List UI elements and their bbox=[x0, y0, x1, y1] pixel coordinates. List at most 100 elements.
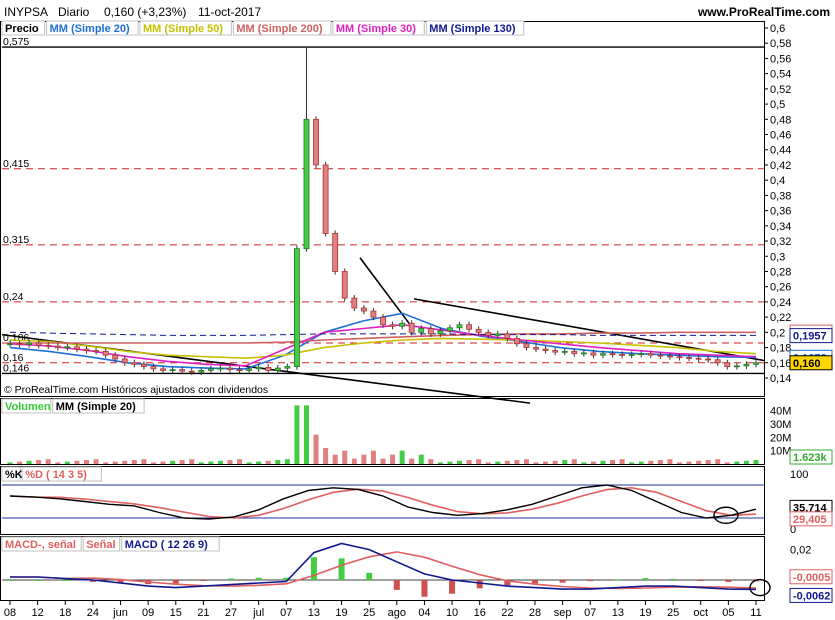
axis-label: 0,22 bbox=[770, 312, 791, 324]
x-axis-label: 19 bbox=[639, 607, 651, 619]
volume-bar bbox=[103, 462, 109, 464]
volume-bar bbox=[342, 450, 348, 464]
axis-label: 0,32 bbox=[770, 236, 791, 248]
candle-body bbox=[485, 331, 492, 336]
x-axis-label: 05 bbox=[722, 607, 734, 619]
volume-bar bbox=[351, 458, 357, 464]
volume-bar bbox=[485, 462, 491, 464]
axis-label: 0,54 bbox=[770, 69, 791, 81]
axis-label: 0,3 bbox=[770, 251, 785, 263]
candle-body bbox=[322, 164, 329, 234]
volume-bar bbox=[275, 460, 281, 464]
volume-bar bbox=[17, 461, 23, 464]
candle-body bbox=[131, 362, 138, 365]
candle-body bbox=[16, 343, 23, 346]
volume-bar bbox=[112, 461, 118, 464]
macd-histogram-bar bbox=[476, 580, 483, 589]
legend-item: Precio bbox=[5, 23, 39, 35]
x-axis-label: 09 bbox=[142, 607, 154, 619]
volume-bar bbox=[581, 462, 587, 464]
volume-bar bbox=[600, 460, 606, 464]
candle-body bbox=[179, 369, 186, 372]
macd-histogram-bar bbox=[421, 580, 428, 597]
legend-item: MM (Simple 20) bbox=[50, 23, 130, 35]
x-axis-label: 16 bbox=[474, 607, 486, 619]
candle-body bbox=[332, 233, 339, 272]
x-axis-label: ago bbox=[388, 607, 406, 619]
site-label[interactable]: www.ProRealTime.com bbox=[697, 5, 830, 19]
candle-body bbox=[590, 352, 597, 356]
x-axis-label: 10 bbox=[446, 607, 458, 619]
level-label: 0,575 bbox=[3, 36, 29, 48]
candle-body bbox=[580, 352, 587, 355]
volume-bar bbox=[84, 460, 90, 464]
candle-body bbox=[370, 310, 377, 318]
volume-bar bbox=[657, 460, 663, 464]
macd-histogram-bar bbox=[697, 580, 704, 581]
volume-bar bbox=[265, 460, 271, 464]
volume-legend: Volumen MM (Simple 20) bbox=[1, 398, 145, 414]
axis-label: 0,58 bbox=[770, 38, 791, 50]
x-axis-label: 21 bbox=[197, 607, 209, 619]
axis-label: 0,14 bbox=[770, 373, 791, 385]
legend-item: MM (Simple 200) bbox=[236, 23, 323, 35]
x-axis-label: 13 bbox=[612, 607, 624, 619]
candle-body bbox=[523, 343, 530, 348]
level-label: 0,24 bbox=[3, 291, 24, 303]
candle-body bbox=[513, 338, 520, 345]
axis-label: 0,18 bbox=[770, 343, 791, 355]
chart-footnote: © ProRealTime.com Históricos ajustados c… bbox=[4, 384, 268, 396]
volume-bar bbox=[696, 460, 702, 464]
volume-tag: 1.623k bbox=[793, 452, 828, 464]
volume-bar bbox=[170, 460, 176, 464]
candle-body bbox=[427, 328, 434, 335]
axis-label: 0,5 bbox=[770, 99, 785, 111]
volume-bar bbox=[686, 461, 692, 464]
volume-bar bbox=[36, 460, 42, 464]
candle-body bbox=[26, 342, 33, 345]
candle-body bbox=[705, 358, 712, 361]
legend-item: MACD-, señal bbox=[5, 539, 76, 551]
volume-bar bbox=[189, 459, 195, 464]
candle-body bbox=[140, 363, 147, 367]
volume-bar bbox=[237, 459, 243, 464]
volume-bar bbox=[323, 448, 329, 464]
volume-bar bbox=[45, 459, 51, 464]
candle-body bbox=[207, 368, 214, 371]
candle-body bbox=[437, 330, 444, 335]
candle-body bbox=[667, 355, 673, 358]
axis-label: 0,4 bbox=[770, 175, 785, 187]
candle-body bbox=[236, 369, 243, 372]
volume-bar bbox=[753, 460, 759, 464]
axis-label: 0,52 bbox=[770, 84, 791, 96]
volume-bar bbox=[64, 461, 70, 464]
candle-body bbox=[284, 366, 291, 369]
candle-body bbox=[198, 369, 205, 373]
volume-bar bbox=[514, 460, 520, 464]
candle-body bbox=[600, 353, 606, 356]
candle-body bbox=[628, 354, 635, 356]
candle-body bbox=[83, 348, 90, 352]
x-axis-label: sep bbox=[554, 607, 572, 619]
x-axis-label: 22 bbox=[501, 607, 513, 619]
candle-body bbox=[35, 342, 42, 346]
macd-tag: -0,0005 bbox=[793, 572, 830, 584]
candle-body bbox=[64, 346, 71, 349]
volume-axis-label: 30M bbox=[770, 419, 791, 431]
volume-bar bbox=[256, 461, 262, 464]
macd-histogram-bar bbox=[725, 580, 732, 582]
volume-bar bbox=[610, 460, 616, 464]
axis-label: 0,48 bbox=[770, 114, 791, 126]
x-axis-label: 07 bbox=[280, 607, 292, 619]
volume-bar bbox=[562, 460, 568, 464]
volume-bar bbox=[55, 462, 61, 464]
volume-axis-label: 20M bbox=[770, 432, 791, 444]
x-axis-label: 25 bbox=[363, 607, 375, 619]
volume-bar bbox=[437, 462, 443, 464]
x-axis-label: 27 bbox=[225, 607, 237, 619]
volume-bar bbox=[457, 460, 463, 464]
macd-histogram-bar bbox=[7, 580, 13, 581]
candle-body bbox=[399, 322, 406, 327]
macd-tag: -0,0062 bbox=[793, 590, 830, 602]
volume-bar bbox=[390, 454, 396, 464]
